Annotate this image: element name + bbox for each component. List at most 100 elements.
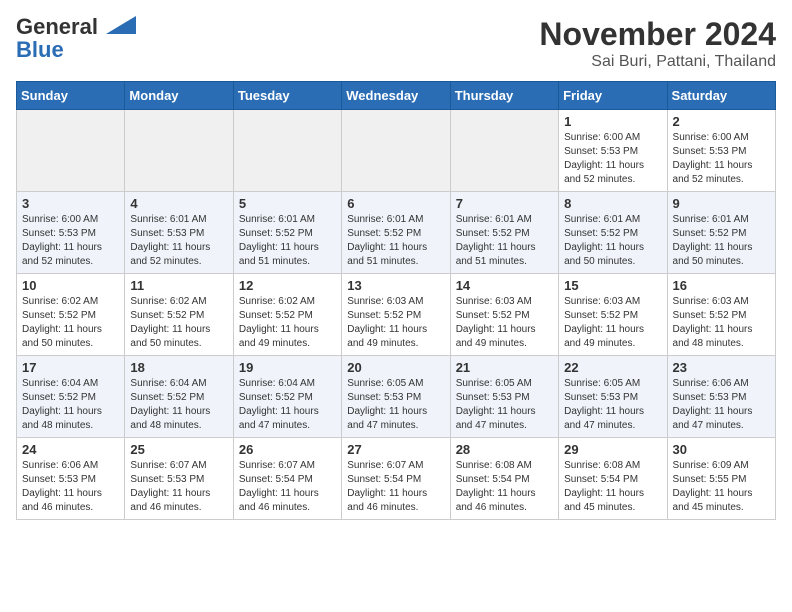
daylight-label: Daylight: 11 hours and 45 minutes. (673, 488, 753, 513)
cell-content: Sunrise: 6:08 AM Sunset: 5:54 PM Daylight:… (564, 459, 661, 515)
day-number: 28 (456, 442, 553, 457)
cell-content: Sunrise: 6:07 AMSunset: 5:54 PMDaylight:… (347, 459, 444, 515)
cell-content: Sunrise: 6:05 AMSunset: 5:53 PMDaylight:… (564, 377, 661, 433)
sunset-label: Sunset: 5:52 PM (347, 228, 421, 239)
calendar-cell: 17Sunrise: 6:04 AMSunset: 5:52 PMDayligh… (17, 356, 125, 438)
sunrise-label: Sunrise: 6:07 AM (347, 460, 423, 471)
daylight-label: Daylight: 11 hours and 51 minutes. (347, 242, 427, 267)
sunset-label: Sunset: 5:53 PM (130, 474, 204, 485)
daylight-label: Daylight: 11 hours and 52 minutes. (564, 160, 644, 185)
day-number: 2 (673, 114, 770, 129)
sunset-label: Sunset: 5:52 PM (564, 310, 638, 321)
calendar-cell: 2Sunrise: 6:00 AMSunset: 5:53 PMDaylight… (667, 110, 775, 192)
cell-content: Sunrise: 6:08 AMSunset: 5:54 PMDaylight:… (456, 459, 553, 515)
logo-general: General (16, 14, 98, 39)
title-block: November 2024 Sai Buri, Pattani, Thailan… (539, 16, 776, 71)
calendar-cell: 29Sunrise: 6:08 AMSunset: 5:54 PMDayligh… (559, 438, 667, 520)
calendar-cell: 28 Sunrise: 6:08 AMSunset: 5:54 PMDayligh… (450, 438, 558, 520)
day-number: 26 (239, 442, 336, 457)
week-row-4: 24Sunrise: 6:06 AMSunset: 5:53 PMDayligh… (17, 438, 776, 520)
daylight-label: Daylight: 11 hours and 52 minutes. (673, 160, 753, 185)
sunrise-label: Sunrise: 6:01 AM (564, 214, 640, 225)
cell-content: Sunrise: 6:03 AMSunset: 5:52 PMDaylight:… (564, 295, 661, 351)
daylight-label: Daylight: 11 hours and 49 minutes. (347, 324, 427, 349)
sunrise-label: Sunrise: 6:04 AM (239, 378, 315, 389)
cell-content: Sunrise: 6:00 AMSunset: 5:53 PMDaylight:… (564, 131, 661, 187)
daylight-label: Daylight: 11 hours and 48 minutes. (22, 406, 102, 431)
day-number: 27 (347, 442, 444, 457)
daylight-label: Daylight: 11 hours and 49 minutes. (456, 324, 536, 349)
daylight-label: Daylight: 11 hours and 47 minutes. (347, 406, 427, 431)
calendar-cell: 18Sunrise: 6:04 AMSunset: 5:52 PMDayligh… (125, 356, 233, 438)
sunrise-label: Sunrise: 6:06 AM (673, 378, 749, 389)
sunset-label: Sunset: 5:53 PM (130, 228, 204, 239)
daylight-label: Daylight: 11 hours and 47 minutes. (456, 406, 536, 431)
day-number: 18 (130, 360, 227, 375)
sunset-label: Sunset: 5:52 PM (239, 228, 313, 239)
calendar-cell: 10 Sunrise: 6:02 AMSunset: 5:52 PMDayligh… (17, 274, 125, 356)
day-number: 23 (673, 360, 770, 375)
calendar-cell: 6Sunrise: 6:01 AMSunset: 5:52 PMDaylight… (342, 192, 450, 274)
sunrise-label: Sunrise: 6:03 AM (347, 296, 423, 307)
calendar-cell (233, 110, 341, 192)
page-header: General Blue November 2024 Sai Buri, Pat… (16, 16, 776, 71)
cell-content: Sunrise: 6:02 AMSunset: 5:52 PMDaylight:… (130, 295, 227, 351)
week-row-1: 3Sunrise: 6:00 AMSunset: 5:53 PMDaylight… (17, 192, 776, 274)
calendar-cell: 25Sunrise: 6:07 AMSunset: 5:53 PMDayligh… (125, 438, 233, 520)
calendar-cell: 23Sunrise: 6:06 AMSunset: 5:53 PMDayligh… (667, 356, 775, 438)
sunset-label: Sunset: 5:52 PM (673, 228, 747, 239)
day-number: 12 (239, 278, 336, 293)
month-title: November 2024 (539, 16, 776, 53)
cell-content: Sunrise: 6:01 AMSunset: 5:52 PMDaylight:… (239, 213, 336, 269)
daylight-label: Daylight: 11 hours and 46 minutes. (456, 488, 536, 513)
cell-content: Sunrise: 6:02 AMSunset: 5:52 PMDaylight:… (22, 295, 119, 351)
day-number: 15 (564, 278, 661, 293)
sunset-label: Sunset: 5:52 PM (673, 310, 747, 321)
sunrise-label: Sunrise: 6:00 AM (22, 214, 98, 225)
daylight-label: Daylight: 11 hours and 45 minutes. (564, 488, 644, 513)
sunset-label: Sunset: 5:54 PM (347, 474, 421, 485)
weekday-header-thursday: Thursday (450, 82, 558, 110)
day-number: 10 (22, 278, 119, 293)
sunset-label: Sunset: 5:52 PM (22, 310, 96, 321)
sunset-label: Sunset: 5:54 PM (564, 474, 638, 485)
calendar-cell: 9Sunrise: 6:01 AMSunset: 5:52 PMDaylight… (667, 192, 775, 274)
week-row-3: 17Sunrise: 6:04 AMSunset: 5:52 PMDayligh… (17, 356, 776, 438)
sunset-label: Sunset: 5:53 PM (564, 146, 638, 157)
cell-content: Sunrise: 6:01 AMSunset: 5:53 PMDaylight:… (130, 213, 227, 269)
sunset-label: Sunset: 5:52 PM (347, 310, 421, 321)
daylight-label: Daylight: 11 hours and 47 minutes. (564, 406, 644, 431)
sunrise-label: Sunrise: 6:01 AM (456, 214, 532, 225)
sunrise-label: Sunrise: 6:02 AM (130, 296, 206, 307)
sunset-label: Sunset: 5:52 PM (22, 392, 96, 403)
daylight-label: Daylight: 11 hours and 51 minutes. (239, 242, 319, 267)
sunset-label: Sunset: 5:53 PM (347, 392, 421, 403)
daylight-label: Daylight: 11 hours and 50 minutes. (22, 324, 102, 349)
cell-content: Sunrise: 6:04 AMSunset: 5:52 PMDaylight:… (239, 377, 336, 433)
sunrise-label: Sunrise: 6:04 AM (22, 378, 98, 389)
day-number: 1 (564, 114, 661, 129)
sunrise-label: Sunrise: 6:01 AM (673, 214, 749, 225)
sunrise-label: Sunrise: 6:09 AM (673, 460, 749, 471)
day-number: 22 (564, 360, 661, 375)
calendar-cell (125, 110, 233, 192)
sunset-label: Sunset: 5:52 PM (456, 228, 530, 239)
day-number: 16 (673, 278, 770, 293)
weekday-header-saturday: Saturday (667, 82, 775, 110)
sunrise-label: Sunrise: 6:08 AM (564, 460, 640, 471)
sunrise-label: Sunrise: 6:01 AM (130, 214, 206, 225)
daylight-label: Daylight: 11 hours and 49 minutes. (564, 324, 644, 349)
sunset-label: Sunset: 5:55 PM (673, 474, 747, 485)
daylight-label: Daylight: 11 hours and 48 minutes. (130, 406, 210, 431)
calendar-cell: 1 Sunrise: 6:00 AMSunset: 5:53 PMDaylight… (559, 110, 667, 192)
day-number: 5 (239, 196, 336, 211)
location-title: Sai Buri, Pattani, Thailand (539, 53, 776, 71)
sunrise-label: Sunrise: 6:03 AM (673, 296, 749, 307)
calendar-cell: 16Sunrise: 6:03 AMSunset: 5:52 PMDayligh… (667, 274, 775, 356)
day-number: 20 (347, 360, 444, 375)
daylight-label: Daylight: 11 hours and 46 minutes. (22, 488, 102, 513)
sunrise-label: Sunrise: 6:08 AM (456, 460, 532, 471)
daylight-label: Daylight: 11 hours and 50 minutes. (564, 242, 644, 267)
cell-content: Sunrise: 6:01 AMSunset: 5:52 PMDaylight:… (673, 213, 770, 269)
calendar-cell: 20Sunrise: 6:05 AMSunset: 5:53 PMDayligh… (342, 356, 450, 438)
